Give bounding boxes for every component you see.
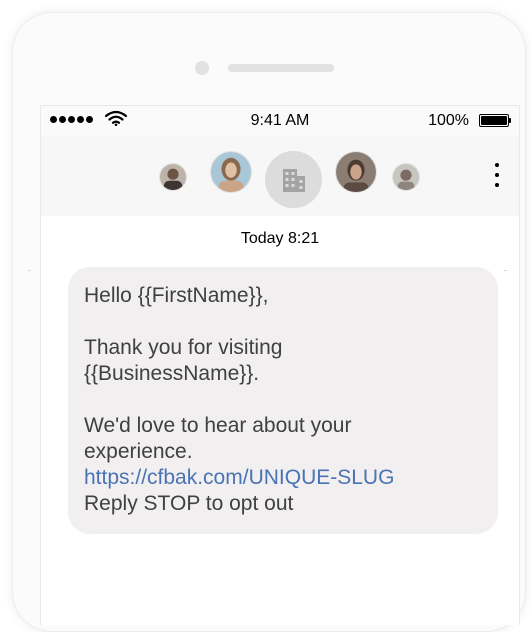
contact-avatar[interactable] <box>335 151 377 193</box>
building-icon[interactable] <box>265 151 322 208</box>
contact-avatar[interactable] <box>210 151 252 193</box>
message-feedback-line: We'd love to hear about your <box>84 414 352 437</box>
conversation-timestamp: Today 8:21 <box>240 230 320 247</box>
message-business-name: {{BusinessName}}. <box>84 362 260 385</box>
battery-percentage: 100% <box>428 112 469 129</box>
battery-icon <box>479 114 511 127</box>
contact-avatar[interactable] <box>159 163 187 191</box>
message-feedback-line: experience. <box>84 440 193 463</box>
message-optout: Reply STOP to opt out <box>84 492 294 515</box>
phone-screen: 9:41 AM 100% Today 8:21 Hello {{FirstNam… <box>40 105 520 625</box>
message-greeting: Hello {{FirstName}}, <box>84 284 269 307</box>
frame-divider <box>28 270 31 271</box>
camera-dot <box>195 61 209 75</box>
frame-divider <box>504 270 507 271</box>
contact-avatar[interactable] <box>392 163 420 191</box>
conversation-header <box>41 136 519 216</box>
more-vertical-icon[interactable] <box>495 163 499 187</box>
feedback-link[interactable]: https://cfbak.com/UNIQUE-SLUG <box>84 465 482 491</box>
phone-frame: 9:41 AM 100% Today 8:21 Hello {{FirstNam… <box>12 12 526 632</box>
message-thanks-line: Thank you for visiting <box>84 336 283 359</box>
status-bar: 9:41 AM 100% <box>41 106 519 136</box>
message-bubble: Hello {{FirstName}}, Thank you for visit… <box>68 267 498 534</box>
speaker-grille <box>228 64 334 72</box>
